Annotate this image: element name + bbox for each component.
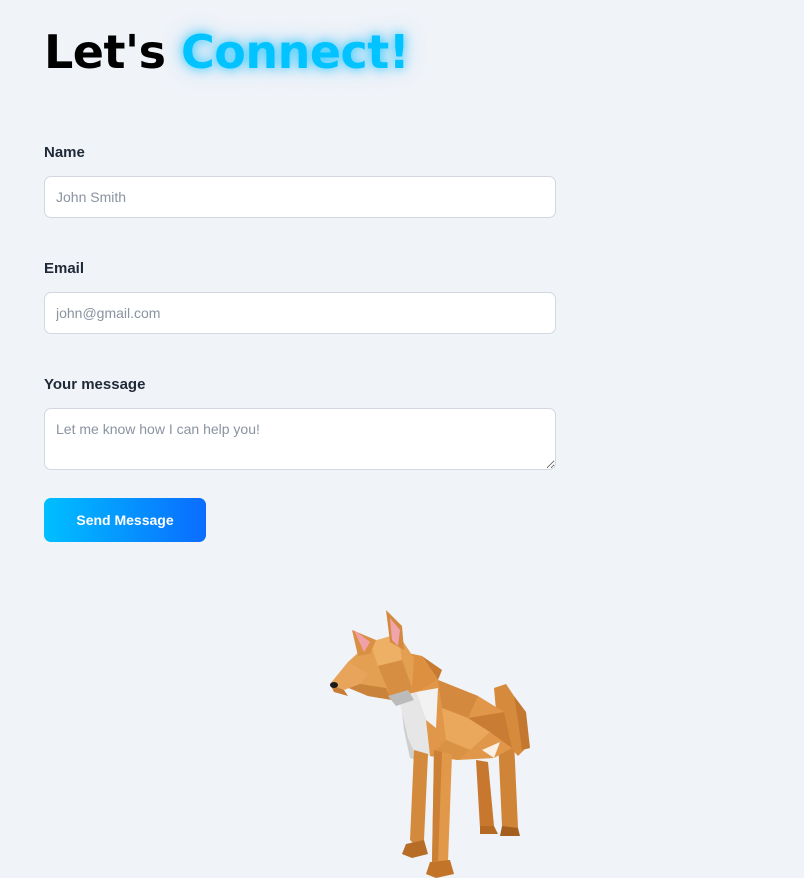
message-field-group: Your message (44, 374, 556, 470)
message-textarea[interactable] (44, 408, 556, 470)
send-message-button[interactable]: Send Message (44, 498, 206, 542)
name-label: Name (44, 144, 85, 161)
fox-3d-illustration-icon (330, 610, 530, 878)
email-label: Email (44, 260, 85, 277)
name-field-group: Name (44, 142, 556, 218)
contact-page: Let's Connect! Name Email Your message S… (0, 0, 804, 878)
name-input[interactable] (44, 176, 556, 218)
email-input[interactable] (44, 292, 556, 334)
contact-form: Name Email Your message Send Message (44, 142, 556, 542)
title-accent: Connect! (180, 25, 410, 79)
page-title: Let's Connect! (44, 22, 410, 82)
message-label: Your message (44, 376, 146, 393)
title-prefix: Let's (44, 25, 166, 79)
email-field-group: Email (44, 258, 556, 334)
